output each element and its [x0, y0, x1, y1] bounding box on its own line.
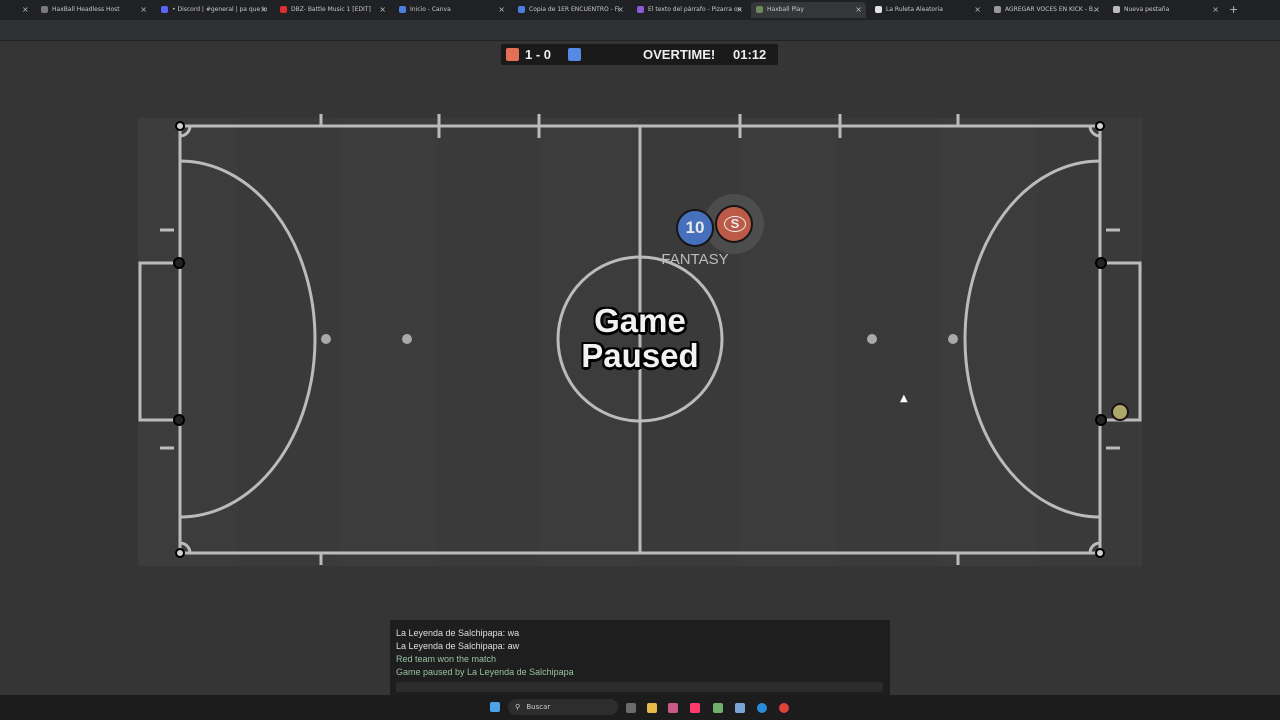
- chat-message: La Leyenda de Salchipapa: wa: [396, 628, 520, 638]
- chat-message-system: Red team won the match: [396, 654, 497, 664]
- chat-panel: La Leyenda de Salchipapa: wa La Leyenda …: [390, 620, 890, 695]
- chat-input[interactable]: [396, 682, 883, 692]
- chat-message-system: Game paused by La Leyenda de Salchipapa: [396, 667, 574, 677]
- red-team-badge: [506, 48, 519, 61]
- chrome-icon[interactable]: [779, 703, 789, 713]
- blue-team-badge: [568, 48, 581, 61]
- tiktok-icon[interactable]: [690, 703, 700, 713]
- overtime-label: OVERTIME!: [643, 47, 716, 62]
- pause-line-2: Paused: [581, 337, 699, 374]
- player-avatar-red: S: [724, 216, 746, 232]
- windows-taskbar: ⚲ Buscar: [0, 695, 1280, 720]
- match-score: 1 - 0: [525, 47, 552, 62]
- photos-icon[interactable]: [668, 703, 678, 713]
- game-paused-banner: Game Paused: [540, 303, 740, 373]
- match-clock: 01:12: [733, 47, 767, 62]
- pause-line-1: Game: [594, 302, 686, 339]
- mouse-cursor-icon: ▲: [900, 393, 908, 404]
- edge-icon[interactable]: [757, 703, 767, 713]
- chat-message: La Leyenda de Salchipapa: aw: [396, 641, 520, 651]
- player-name-label: FANTASY: [661, 251, 729, 268]
- task-view-icon[interactable]: [626, 703, 636, 713]
- taskbar-search[interactable]: ⚲ Buscar: [508, 699, 618, 715]
- notepad-icon[interactable]: [735, 703, 745, 713]
- windows-start-icon[interactable]: [490, 702, 500, 712]
- app-icon[interactable]: [713, 703, 723, 713]
- search-icon: ⚲: [515, 703, 521, 711]
- scoreboard: 1 - 0 OVERTIME! 01:12: [501, 44, 778, 65]
- file-explorer-icon[interactable]: [647, 703, 657, 713]
- search-placeholder: Buscar: [526, 703, 551, 711]
- player-number-blue: 10: [685, 218, 705, 237]
